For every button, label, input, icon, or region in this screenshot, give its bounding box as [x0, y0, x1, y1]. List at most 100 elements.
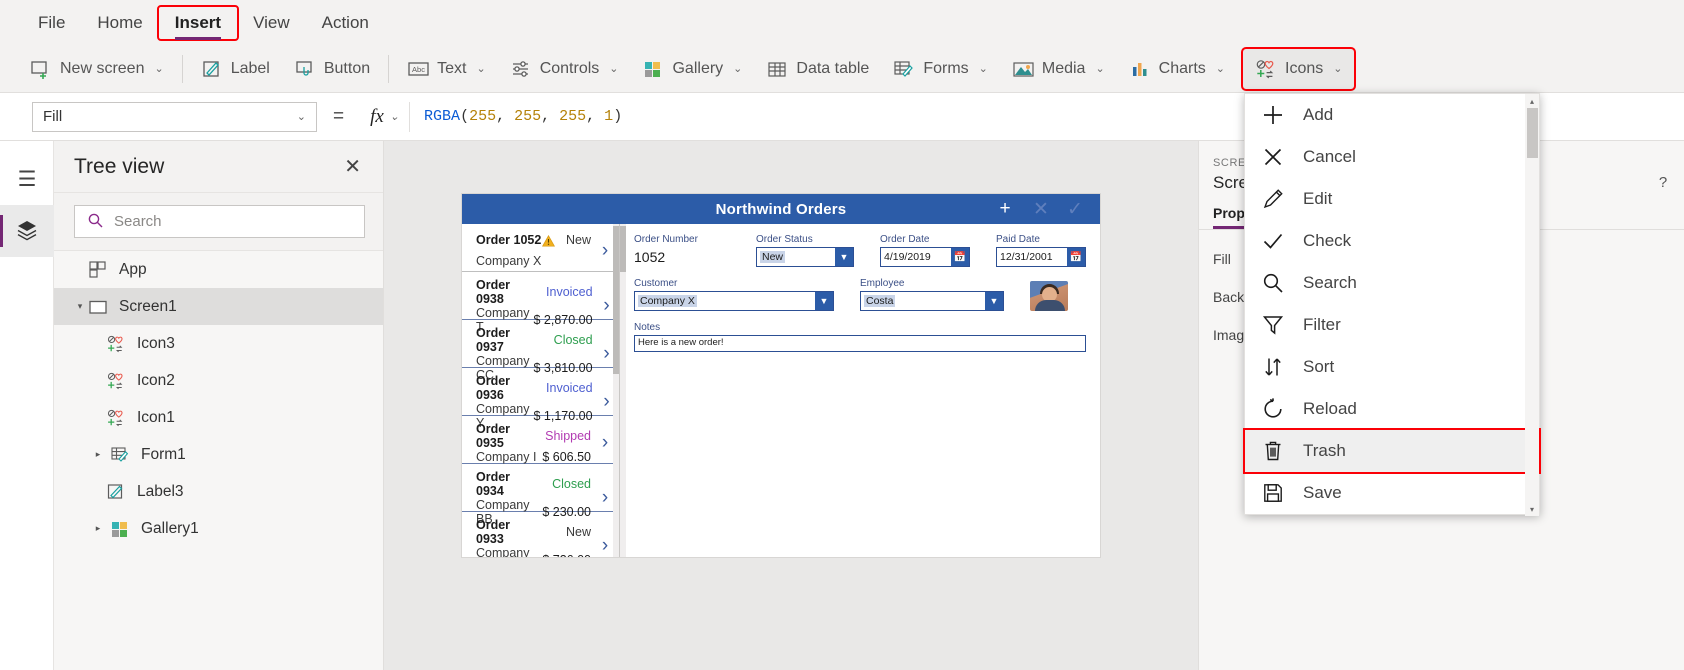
employee-dropdown[interactable]: Costa ▼: [860, 291, 1004, 311]
table-row[interactable]: Order 0938 Invoiced › Company T $ 2,870.…: [462, 272, 619, 334]
tree-node-screen1[interactable]: ▾ Screen1: [54, 288, 383, 325]
tree-node-icon2[interactable]: Icon2: [54, 362, 383, 399]
tree-node-form1[interactable]: ▸ Form1: [54, 436, 383, 473]
forms-icon: [893, 58, 915, 80]
ribbon-gallery[interactable]: Gallery ⌄: [630, 49, 754, 89]
tree-twisty[interactable]: ▸: [90, 523, 106, 534]
ribbon-label[interactable]: Label: [189, 49, 282, 89]
menu-item-check[interactable]: Check: [1245, 220, 1539, 262]
menu-item-cancel[interactable]: Cancel: [1245, 136, 1539, 178]
orders-gallery[interactable]: Order 1052 New › Company X Order 0938 In…: [462, 224, 620, 557]
tree-twisty[interactable]: ▸: [90, 449, 106, 460]
menu-item-label: Action: [321, 12, 369, 32]
avatar-body: [1035, 300, 1065, 311]
chevron-down-icon[interactable]: ▼: [815, 292, 833, 310]
ribbon-media[interactable]: Media ⌄: [1000, 49, 1117, 89]
forms-icon: [110, 445, 132, 465]
menu-item-sort[interactable]: Sort: [1245, 346, 1539, 388]
paid-date-picker[interactable]: 12/31/2001 📅: [996, 247, 1086, 267]
notes-textbox[interactable]: Here is a new order!: [634, 335, 1086, 352]
tree-view-rail-button[interactable]: [0, 205, 54, 257]
order-status: Closed: [553, 333, 593, 347]
tree-node-label: Icon2: [137, 371, 175, 389]
new-screen-icon: [30, 58, 52, 80]
ribbon-data-table[interactable]: Data table: [754, 49, 881, 89]
form-scroll-thumb[interactable]: [620, 226, 626, 272]
gallery-scroll-thumb[interactable]: [613, 226, 619, 374]
chevron-down-icon[interactable]: ▼: [835, 248, 853, 266]
tree-node-label: Label3: [137, 482, 184, 500]
chevron-right-icon[interactable]: ›: [595, 432, 615, 454]
field-value: 1052: [634, 249, 666, 265]
menu-item-home[interactable]: Home: [81, 7, 158, 39]
chevron-down-icon[interactable]: ▼: [985, 292, 1003, 310]
menu-item-edit[interactable]: Edit: [1245, 178, 1539, 220]
table-row[interactable]: Order 0935 Shipped › Company I $ 606.50: [462, 416, 619, 464]
ribbon-icons[interactable]: Icons ⌄: [1241, 46, 1357, 91]
menu-item-view[interactable]: View: [237, 7, 306, 39]
dropdown-value: Company X: [638, 295, 697, 307]
menu-item-action[interactable]: Action: [306, 7, 385, 39]
property-selector[interactable]: Fill ⌄: [32, 101, 317, 132]
cancel-icon[interactable]: ✕: [1026, 194, 1056, 224]
fx-label: fx: [370, 105, 384, 127]
app-header-bar: Northwind Orders + ✕ ✓: [462, 194, 1100, 224]
hamburger-menu-button[interactable]: ☰: [0, 153, 54, 205]
menu-item-add[interactable]: Add: [1245, 94, 1539, 136]
order-company: Company A: [476, 546, 530, 557]
layers-icon: [15, 218, 39, 245]
tree-node-gallery1[interactable]: ▸ Gallery1: [54, 510, 383, 547]
scroll-up-icon[interactable]: ▴: [1525, 94, 1539, 108]
table-row[interactable]: Order 0933 New › Company A $ 736.00: [462, 512, 619, 557]
menu-item-trash[interactable]: Trash: [1243, 428, 1541, 474]
ribbon-label-text: Label: [230, 59, 270, 77]
table-row[interactable]: Order 0934 Closed › Company BB $ 230.00: [462, 464, 619, 526]
chevron-right-icon[interactable]: ›: [595, 240, 615, 262]
table-row[interactable]: Order 1052 New › Company X: [462, 224, 619, 272]
gallery-scrollbar[interactable]: [613, 224, 619, 557]
menu-scroll-thumb[interactable]: [1527, 108, 1538, 158]
order-date-picker[interactable]: 4/19/2019 📅: [880, 247, 970, 267]
tree-twisty[interactable]: ▾: [72, 301, 88, 312]
order-status-dropdown[interactable]: New ▼: [756, 247, 854, 267]
table-row[interactable]: Order 0936 Invoiced › Company Y $ 1,170.…: [462, 368, 619, 430]
help-icon[interactable]: ?: [1650, 169, 1676, 195]
customer-dropdown[interactable]: Company X ▼: [634, 291, 834, 311]
ribbon-new-screen[interactable]: New screen ⌄: [18, 49, 176, 89]
tree-node-label3[interactable]: Label3: [54, 473, 383, 510]
scroll-down-icon[interactable]: ▾: [1525, 502, 1539, 516]
search-input[interactable]: Search: [74, 205, 365, 238]
ribbon-forms[interactable]: Forms ⌄: [881, 49, 1000, 89]
tree-node-app[interactable]: App: [54, 251, 383, 288]
menu-item-search[interactable]: Search: [1245, 262, 1539, 304]
chevron-down-icon: ⌄: [1333, 63, 1343, 75]
order-company: Company I: [476, 450, 537, 464]
app-icon: [88, 260, 110, 280]
chevron-right-icon[interactable]: ›: [595, 487, 615, 509]
order-number: Order 0938: [476, 278, 511, 306]
table-row[interactable]: Order 0937 Closed › Company CC $ 3,810.0…: [462, 320, 619, 382]
tree-node-icon3[interactable]: Icon3: [54, 325, 383, 362]
menu-item-file[interactable]: File: [22, 7, 81, 39]
ribbon-controls[interactable]: Controls ⌄: [498, 49, 631, 89]
field-order-date: Order Date 4/19/2019 📅: [880, 234, 970, 267]
ribbon-text[interactable]: Abc Text ⌄: [395, 49, 498, 89]
menu-item-filter[interactable]: Filter: [1245, 304, 1539, 346]
ribbon-label-text: Charts: [1158, 59, 1206, 77]
menu-item-insert[interactable]: Insert: [156, 4, 240, 41]
menu-item-save[interactable]: Save: [1245, 472, 1539, 514]
calendar-icon[interactable]: 📅: [1067, 248, 1085, 266]
ribbon-button[interactable]: Button: [282, 49, 382, 89]
chevron-right-icon[interactable]: ›: [595, 535, 615, 557]
ribbon-charts[interactable]: Charts ⌄: [1117, 49, 1237, 89]
close-icon[interactable]: ✕: [344, 154, 361, 179]
tree-node-icon1[interactable]: Icon1: [54, 399, 383, 436]
check-icon[interactable]: ✓: [1060, 194, 1090, 224]
add-icon[interactable]: +: [990, 194, 1020, 224]
menu-item-reload[interactable]: Reload: [1245, 388, 1539, 430]
fx-button[interactable]: fx ⌄: [360, 106, 409, 128]
form-scrollbar[interactable]: [620, 224, 626, 557]
app-preview-screen[interactable]: Northwind Orders + ✕ ✓ Order 1052 New › …: [462, 194, 1100, 557]
calendar-icon[interactable]: 📅: [951, 248, 969, 266]
menu-scrollbar[interactable]: ▴ ▾: [1525, 94, 1539, 516]
